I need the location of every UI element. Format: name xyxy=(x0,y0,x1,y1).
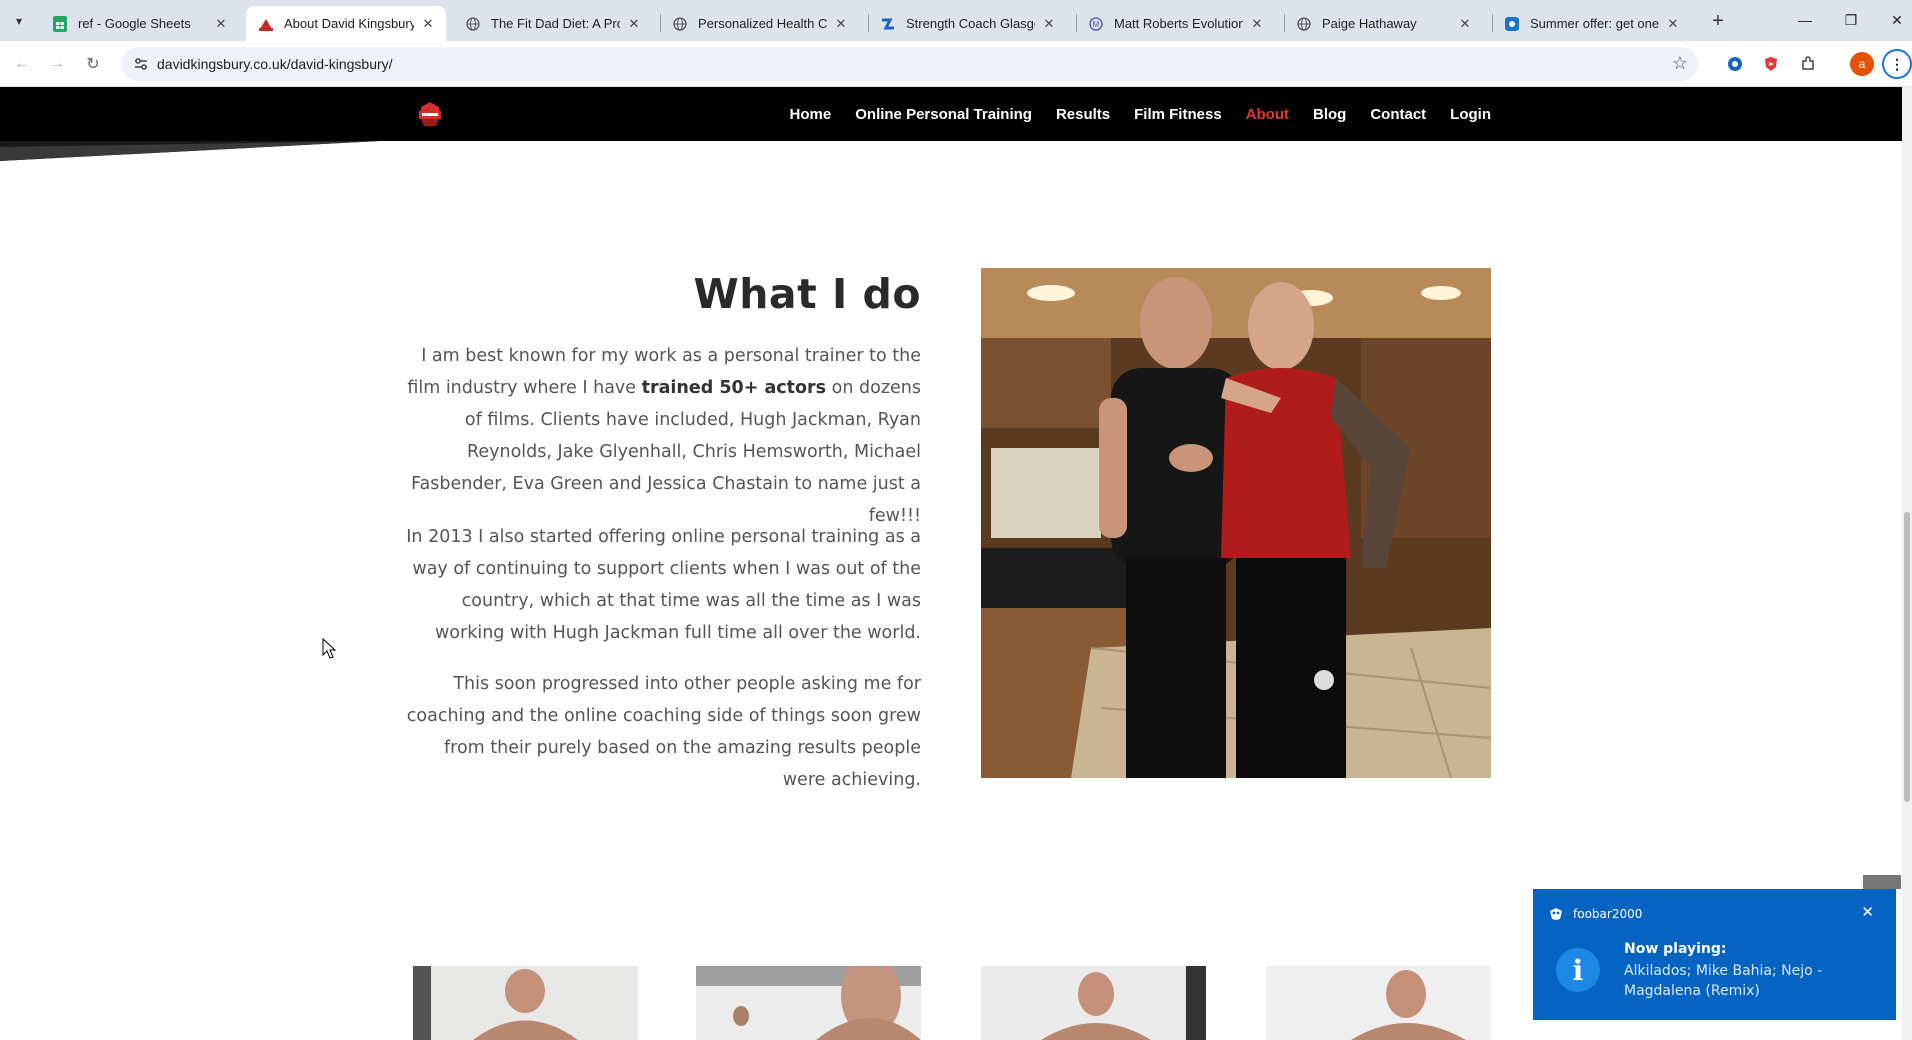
tab-title: ref - Google Sheets xyxy=(78,16,191,31)
tab-title: The Fit Dad Diet: A Prover xyxy=(491,16,620,31)
globe-icon xyxy=(465,16,481,32)
close-icon[interactable]: ✕ xyxy=(1861,903,1874,921)
kingsbury-logo[interactable] xyxy=(415,99,445,129)
tab-title: Strength Coach Glasgow xyxy=(906,16,1035,31)
mouse-cursor-icon xyxy=(322,637,337,665)
notification-app-name: foobar2000 xyxy=(1573,907,1643,921)
tab-google-sheets[interactable]: ref - Google Sheets ✕ xyxy=(40,6,239,41)
notification-heading: Now playing: xyxy=(1624,941,1727,957)
intro-paragraph: I am best known for my work as a persona… xyxy=(407,346,921,526)
close-icon[interactable]: ✕ xyxy=(1249,16,1265,32)
site-header: Home Online Personal Training Results Fi… xyxy=(0,87,1902,141)
close-icon[interactable]: ✕ xyxy=(213,16,229,32)
close-icon[interactable]: ✕ xyxy=(1457,16,1473,32)
main-navigation: Home Online Personal Training Results Fi… xyxy=(766,87,1491,141)
kingsbury-site-icon xyxy=(258,16,274,32)
close-icon[interactable]: ✕ xyxy=(420,16,436,32)
scrollbar-thumb[interactable] xyxy=(1904,512,1910,802)
header-slant-decoration xyxy=(0,141,380,161)
tab-title: Matt Roberts Evolution | Y xyxy=(1114,16,1243,31)
restore-icon[interactable]: ❐ xyxy=(1836,8,1866,32)
back-arrow-icon[interactable]: ← xyxy=(10,52,34,76)
nav-home[interactable]: Home xyxy=(790,106,832,123)
chrome-menu-kebab-icon[interactable]: ⋮ xyxy=(1882,49,1912,79)
tab-matt-roberts[interactable]: M Matt Roberts Evolution | Y ✕ xyxy=(1076,6,1275,41)
nav-about[interactable]: About xyxy=(1246,106,1289,123)
trainer-with-actor-photo xyxy=(981,268,1491,778)
matt-roberts-icon: M xyxy=(1088,16,1104,32)
section-title: What I do xyxy=(693,270,921,318)
strength-coach-icon xyxy=(880,16,896,32)
close-icon[interactable]: ✕ xyxy=(1041,16,1057,32)
nav-contact[interactable]: Contact xyxy=(1370,106,1426,123)
profile-avatar[interactable]: a xyxy=(1850,52,1874,76)
tab-strength-coach-glasgow[interactable]: Strength Coach Glasgow ✕ xyxy=(868,6,1067,41)
nav-login[interactable]: Login xyxy=(1450,106,1491,123)
nav-blog[interactable]: Blog xyxy=(1313,106,1346,123)
site-info-icon[interactable] xyxy=(133,56,149,72)
tab-title: About David Kingsbury | C xyxy=(284,16,414,31)
coaching-growth-paragraph: This soon progressed into other people a… xyxy=(406,674,921,790)
extension-puzzle-blue-icon[interactable] xyxy=(1724,53,1746,75)
bookmark-star-icon[interactable]: ☆ xyxy=(1672,53,1688,74)
tab-title: Summer offer: get one m xyxy=(1530,16,1659,31)
now-playing-notification[interactable]: foobar2000 ✕ i Now playing: Alkilados; M… xyxy=(1533,889,1896,1020)
extension-shield-red-icon[interactable] xyxy=(1760,53,1782,75)
new-tab-plus-icon[interactable]: + xyxy=(1706,9,1730,33)
url-text: davidkingsbury.co.uk/david-kingsbury/ xyxy=(157,56,393,72)
results-photo-thumbnail[interactable] xyxy=(696,966,921,1040)
results-photo-thumbnail[interactable] xyxy=(981,966,1206,1040)
reload-icon[interactable]: ↻ xyxy=(81,52,105,76)
browser-toolbar: ← → ↻ davidkingsbury.co.uk/david-kingsbu… xyxy=(0,41,1912,87)
forward-arrow-icon[interactable]: → xyxy=(45,52,69,76)
page-scrollbar[interactable] xyxy=(1902,87,1912,1040)
tab-fit-dad-diet[interactable]: The Fit Dad Diet: A Prover ✕ xyxy=(453,6,652,41)
results-photo-thumbnail[interactable] xyxy=(1266,966,1491,1040)
info-icon: i xyxy=(1556,948,1600,992)
tab-title: Paige Hathaway xyxy=(1322,16,1417,31)
tab-title: Personalized Health Coac xyxy=(698,16,827,31)
minimize-icon[interactable]: — xyxy=(1790,8,1820,32)
nav-film-fitness[interactable]: Film Fitness xyxy=(1134,106,1222,123)
tab-paige-hathaway[interactable]: Paige Hathaway ✕ xyxy=(1284,6,1483,41)
tab-personalized-health-coach[interactable]: Personalized Health Coac ✕ xyxy=(660,6,859,41)
tab-search-chevron-icon[interactable]: ▾ xyxy=(8,10,30,32)
globe-icon xyxy=(1296,16,1312,32)
offer-site-icon xyxy=(1504,16,1520,32)
tab-strip: ▾ ref - Google Sheets ✕ About David King… xyxy=(0,0,1912,41)
notification-body: Alkilados; Mike Bahia; Nejo - Magdalena … xyxy=(1624,963,1823,999)
foobar2000-app-icon xyxy=(1549,906,1563,920)
close-icon[interactable]: ✕ xyxy=(833,16,849,32)
online-training-paragraph: In 2013 I also started offering online p… xyxy=(406,527,921,643)
results-photo-thumbnail[interactable] xyxy=(413,966,638,1040)
highlight-trained-actors: trained 50+ actors xyxy=(641,378,827,398)
google-sheets-icon xyxy=(52,15,68,32)
globe-icon xyxy=(672,16,688,32)
nav-results[interactable]: Results xyxy=(1056,106,1110,123)
back-to-top-tab[interactable] xyxy=(1863,875,1901,889)
tab-summer-offer[interactable]: Summer offer: get one m ✕ xyxy=(1492,6,1691,41)
svg-text:M: M xyxy=(1093,20,1100,29)
address-bar[interactable]: davidkingsbury.co.uk/david-kingsbury/ ☆ xyxy=(121,47,1698,81)
close-icon[interactable]: ✕ xyxy=(1665,16,1681,32)
close-icon[interactable]: ✕ xyxy=(626,16,642,32)
nav-online-personal-training[interactable]: Online Personal Training xyxy=(855,106,1032,123)
window-close-icon[interactable]: ✕ xyxy=(1882,8,1912,32)
extensions-puzzle-icon[interactable] xyxy=(1797,53,1819,75)
tab-about-david-kingsbury[interactable]: About David Kingsbury | C ✕ xyxy=(246,6,446,41)
